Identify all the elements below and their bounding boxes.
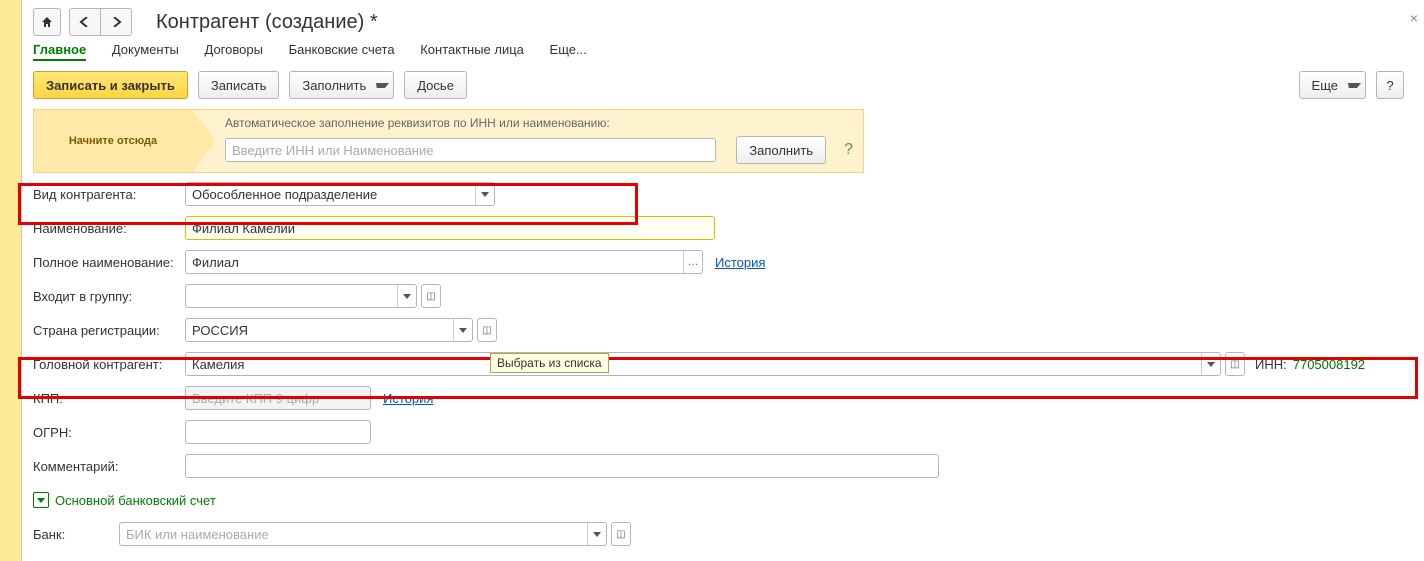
fullname-label: Полное наименование: bbox=[33, 255, 185, 270]
chevron-down-icon[interactable] bbox=[475, 183, 494, 205]
save-button[interactable]: Записать bbox=[198, 71, 280, 99]
help-icon[interactable]: ? bbox=[844, 141, 853, 159]
tab-documents[interactable]: Документы bbox=[112, 42, 179, 57]
parent-value: Камелия bbox=[186, 357, 1201, 372]
save-and-close-button[interactable]: Записать и закрыть bbox=[33, 71, 188, 99]
tab-bar: Главное Документы Договоры Банковские сч… bbox=[33, 42, 1414, 61]
bank-select[interactable] bbox=[119, 522, 607, 546]
kpp-input[interactable] bbox=[185, 386, 371, 410]
fullname-history-link[interactable]: История bbox=[715, 255, 765, 270]
kpp-history-link[interactable]: История bbox=[383, 391, 433, 406]
tab-more[interactable]: Еще... bbox=[550, 42, 587, 57]
parent-open-button[interactable]: ◫ bbox=[1225, 352, 1245, 376]
ogrn-input[interactable] bbox=[185, 420, 371, 444]
fullname-input[interactable]: Филиал … bbox=[185, 250, 703, 274]
name-input[interactable] bbox=[185, 216, 715, 240]
ellipsis-icon[interactable]: … bbox=[683, 251, 702, 273]
parent-label: Головной контрагент: bbox=[33, 357, 185, 372]
inn-value: 7705008192 bbox=[1293, 357, 1365, 372]
fill-button-label: Заполнить bbox=[302, 78, 366, 93]
tab-contracts[interactable]: Договоры bbox=[205, 42, 263, 57]
back-button[interactable] bbox=[70, 9, 101, 35]
type-select[interactable]: Обособленное подразделение bbox=[185, 182, 495, 206]
dossier-button[interactable]: Досье bbox=[404, 71, 467, 99]
type-value: Обособленное подразделение bbox=[186, 187, 475, 202]
chevron-down-icon[interactable] bbox=[397, 285, 416, 307]
app-rail bbox=[0, 0, 22, 561]
bank-input[interactable] bbox=[120, 524, 587, 544]
autofill-fill-button[interactable]: Заполнить bbox=[736, 136, 826, 164]
close-icon[interactable]: × bbox=[1410, 10, 1418, 26]
autofill-input[interactable] bbox=[225, 138, 716, 162]
parent-select[interactable]: Камелия bbox=[185, 352, 1221, 376]
chevron-down-icon bbox=[376, 83, 389, 88]
inn-label: ИНН: bbox=[1255, 357, 1287, 372]
bank-section-label: Основной банковский счет bbox=[55, 493, 216, 508]
country-open-button[interactable]: ◫ bbox=[477, 318, 497, 342]
fullname-value: Филиал bbox=[186, 255, 683, 270]
fill-button[interactable]: Заполнить bbox=[289, 71, 394, 99]
kpp-label: КПП: bbox=[33, 391, 185, 406]
more-button[interactable]: Еще bbox=[1299, 71, 1366, 99]
ogrn-label: ОГРН: bbox=[33, 425, 185, 440]
bank-section-toggle[interactable]: Основной банковский счет bbox=[33, 492, 216, 508]
type-label: Вид контрагента: bbox=[33, 187, 185, 202]
name-label: Наименование: bbox=[33, 221, 185, 236]
chevron-down-icon[interactable] bbox=[587, 523, 606, 545]
page-title: Контрагент (создание) * bbox=[156, 11, 378, 34]
help-button[interactable]: ? bbox=[1376, 71, 1404, 99]
country-label: Страна регистрации: bbox=[33, 323, 185, 338]
comment-label: Комментарий: bbox=[33, 459, 185, 474]
forward-button[interactable] bbox=[101, 9, 131, 35]
chevron-down-icon[interactable] bbox=[453, 319, 472, 341]
tab-bank-accounts[interactable]: Банковские счета bbox=[289, 42, 395, 57]
start-here-badge: Начните отсюда bbox=[33, 109, 192, 173]
country-value: РОССИЯ bbox=[186, 323, 453, 338]
chevron-down-icon[interactable] bbox=[1201, 353, 1220, 375]
comment-input[interactable] bbox=[185, 454, 939, 478]
bank-label: Банк: bbox=[33, 527, 119, 542]
home-button[interactable] bbox=[33, 8, 61, 36]
select-from-list-tooltip: Выбрать из списка bbox=[490, 353, 609, 373]
tab-main[interactable]: Главное bbox=[33, 42, 86, 61]
group-open-button[interactable]: ◫ bbox=[421, 284, 441, 308]
country-select[interactable]: РОССИЯ bbox=[185, 318, 473, 342]
bank-open-button[interactable]: ◫ bbox=[611, 522, 631, 546]
chevron-down-icon bbox=[1348, 83, 1361, 88]
group-label: Входит в группу: bbox=[33, 289, 185, 304]
autofill-hint: Автоматическое заполнение реквизитов по … bbox=[225, 116, 853, 130]
tab-contacts[interactable]: Контактные лица bbox=[420, 42, 524, 57]
more-button-label: Еще bbox=[1312, 78, 1338, 93]
group-select[interactable] bbox=[185, 284, 417, 308]
